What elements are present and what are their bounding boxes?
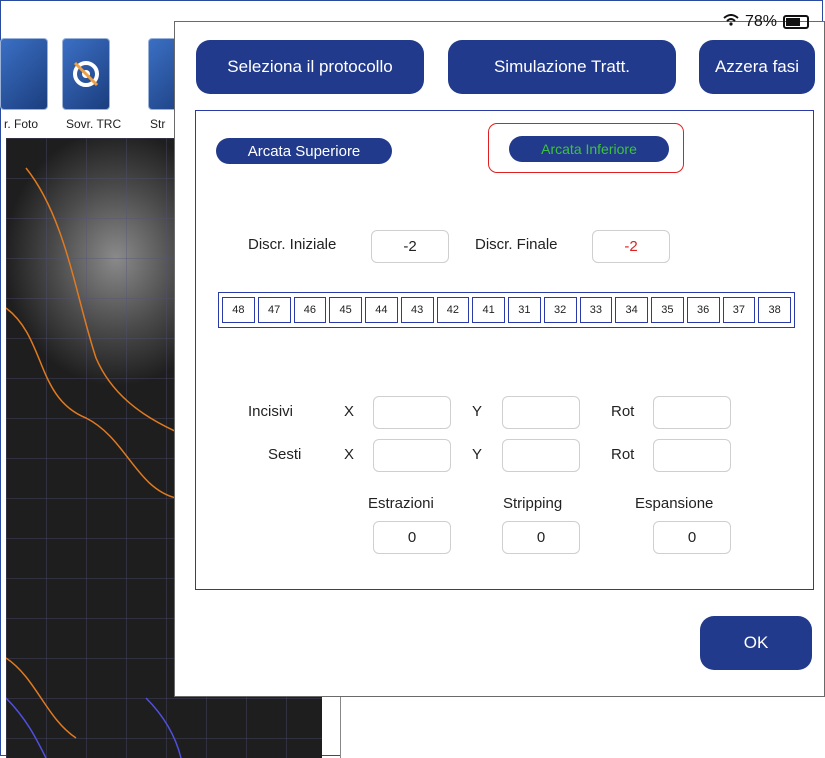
final-discrepancy-field[interactable]: -2 [592, 230, 670, 263]
treatment-dialog: Seleziona il protocollo Simulazione Trat… [174, 21, 825, 697]
tooth-button[interactable]: 36 [686, 297, 720, 323]
stripping-field[interactable]: 0 [502, 521, 580, 554]
tooth-button[interactable]: 41 [472, 297, 505, 323]
tool-label-trc: Sovr. TRC [66, 117, 122, 131]
extractions-field[interactable]: 0 [373, 521, 451, 554]
tool-label-photo: r. Foto [4, 117, 39, 131]
person-icon [0, 38, 48, 110]
trc-overlay-tool[interactable] [62, 38, 110, 110]
background-toolbar: r. Foto Sovr. TRC Str [0, 38, 196, 138]
battery-icon [783, 15, 809, 29]
sesti-label: Sesti [268, 446, 302, 463]
tooth-button[interactable]: 38 [758, 297, 791, 323]
sesti-y-label: Y [472, 446, 483, 463]
tooth-button[interactable]: 47 [257, 297, 291, 323]
tooth-button[interactable]: 48 [222, 297, 255, 323]
tooth-button[interactable]: 46 [293, 297, 327, 323]
tooth-button[interactable]: 34 [615, 297, 648, 323]
tooth-button[interactable]: 42 [436, 297, 470, 323]
incisors-x-field[interactable] [373, 396, 451, 429]
lower-arch-button[interactable]: Arcata Inferiore [509, 136, 669, 162]
sesti-rot-label: Rot [611, 446, 635, 463]
stripping-label: Stripping [503, 495, 563, 512]
battery-percent: 78% [744, 13, 777, 30]
final-discrepancy-label: Discr. Finale [475, 236, 558, 253]
sesti-x-label: X [344, 446, 355, 463]
tooth-button[interactable]: 43 [400, 297, 434, 323]
tooth-button[interactable]: 32 [543, 297, 577, 323]
incisors-rot-label: Rot [611, 403, 635, 420]
status-bar: 78% [723, 12, 809, 32]
initial-discrepancy-field[interactable]: -2 [371, 230, 449, 263]
tooth-button[interactable]: 35 [651, 297, 684, 323]
sesti-x-field[interactable] [373, 439, 451, 472]
select-protocol-button[interactable]: Seleziona il protocollo [196, 40, 424, 94]
ok-button[interactable]: OK [700, 616, 812, 670]
sesti-rot-field[interactable] [653, 439, 731, 472]
target-icon [62, 38, 110, 110]
teeth-selector: 48 47 46 45 44 43 42 41 31 32 33 34 35 3… [218, 292, 795, 328]
expansion-label: Espansione [635, 495, 714, 512]
background-panel [340, 697, 825, 758]
extractions-label: Estrazioni [368, 495, 434, 512]
reset-phases-button[interactable]: Azzera fasi [699, 40, 815, 94]
expansion-field[interactable]: 0 [653, 521, 731, 554]
tool-label-third: Str [150, 117, 166, 131]
incisors-x-label: X [344, 403, 355, 420]
incisors-label: Incisivi [248, 403, 294, 420]
tooth-button[interactable]: 44 [365, 297, 398, 323]
tooth-button[interactable]: 37 [722, 297, 756, 323]
incisors-y-label: Y [472, 403, 483, 420]
initial-discrepancy-label: Discr. Iniziale [248, 236, 337, 253]
upper-arch-button[interactable]: Arcata Superiore [216, 138, 392, 164]
settings-panel: Arcata Superiore Arcata Inferiore Discr.… [195, 110, 814, 590]
tooth-button[interactable]: 33 [579, 297, 613, 323]
tooth-button[interactable]: 45 [329, 297, 362, 323]
incisors-y-field[interactable] [502, 396, 580, 429]
sesti-y-field[interactable] [502, 439, 580, 472]
tooth-button[interactable]: 31 [508, 297, 541, 323]
incisors-rot-field[interactable] [653, 396, 731, 429]
photo-overlay-tool[interactable] [0, 38, 48, 110]
simulation-button[interactable]: Simulazione Tratt. [448, 40, 676, 94]
wifi-icon [723, 13, 739, 31]
